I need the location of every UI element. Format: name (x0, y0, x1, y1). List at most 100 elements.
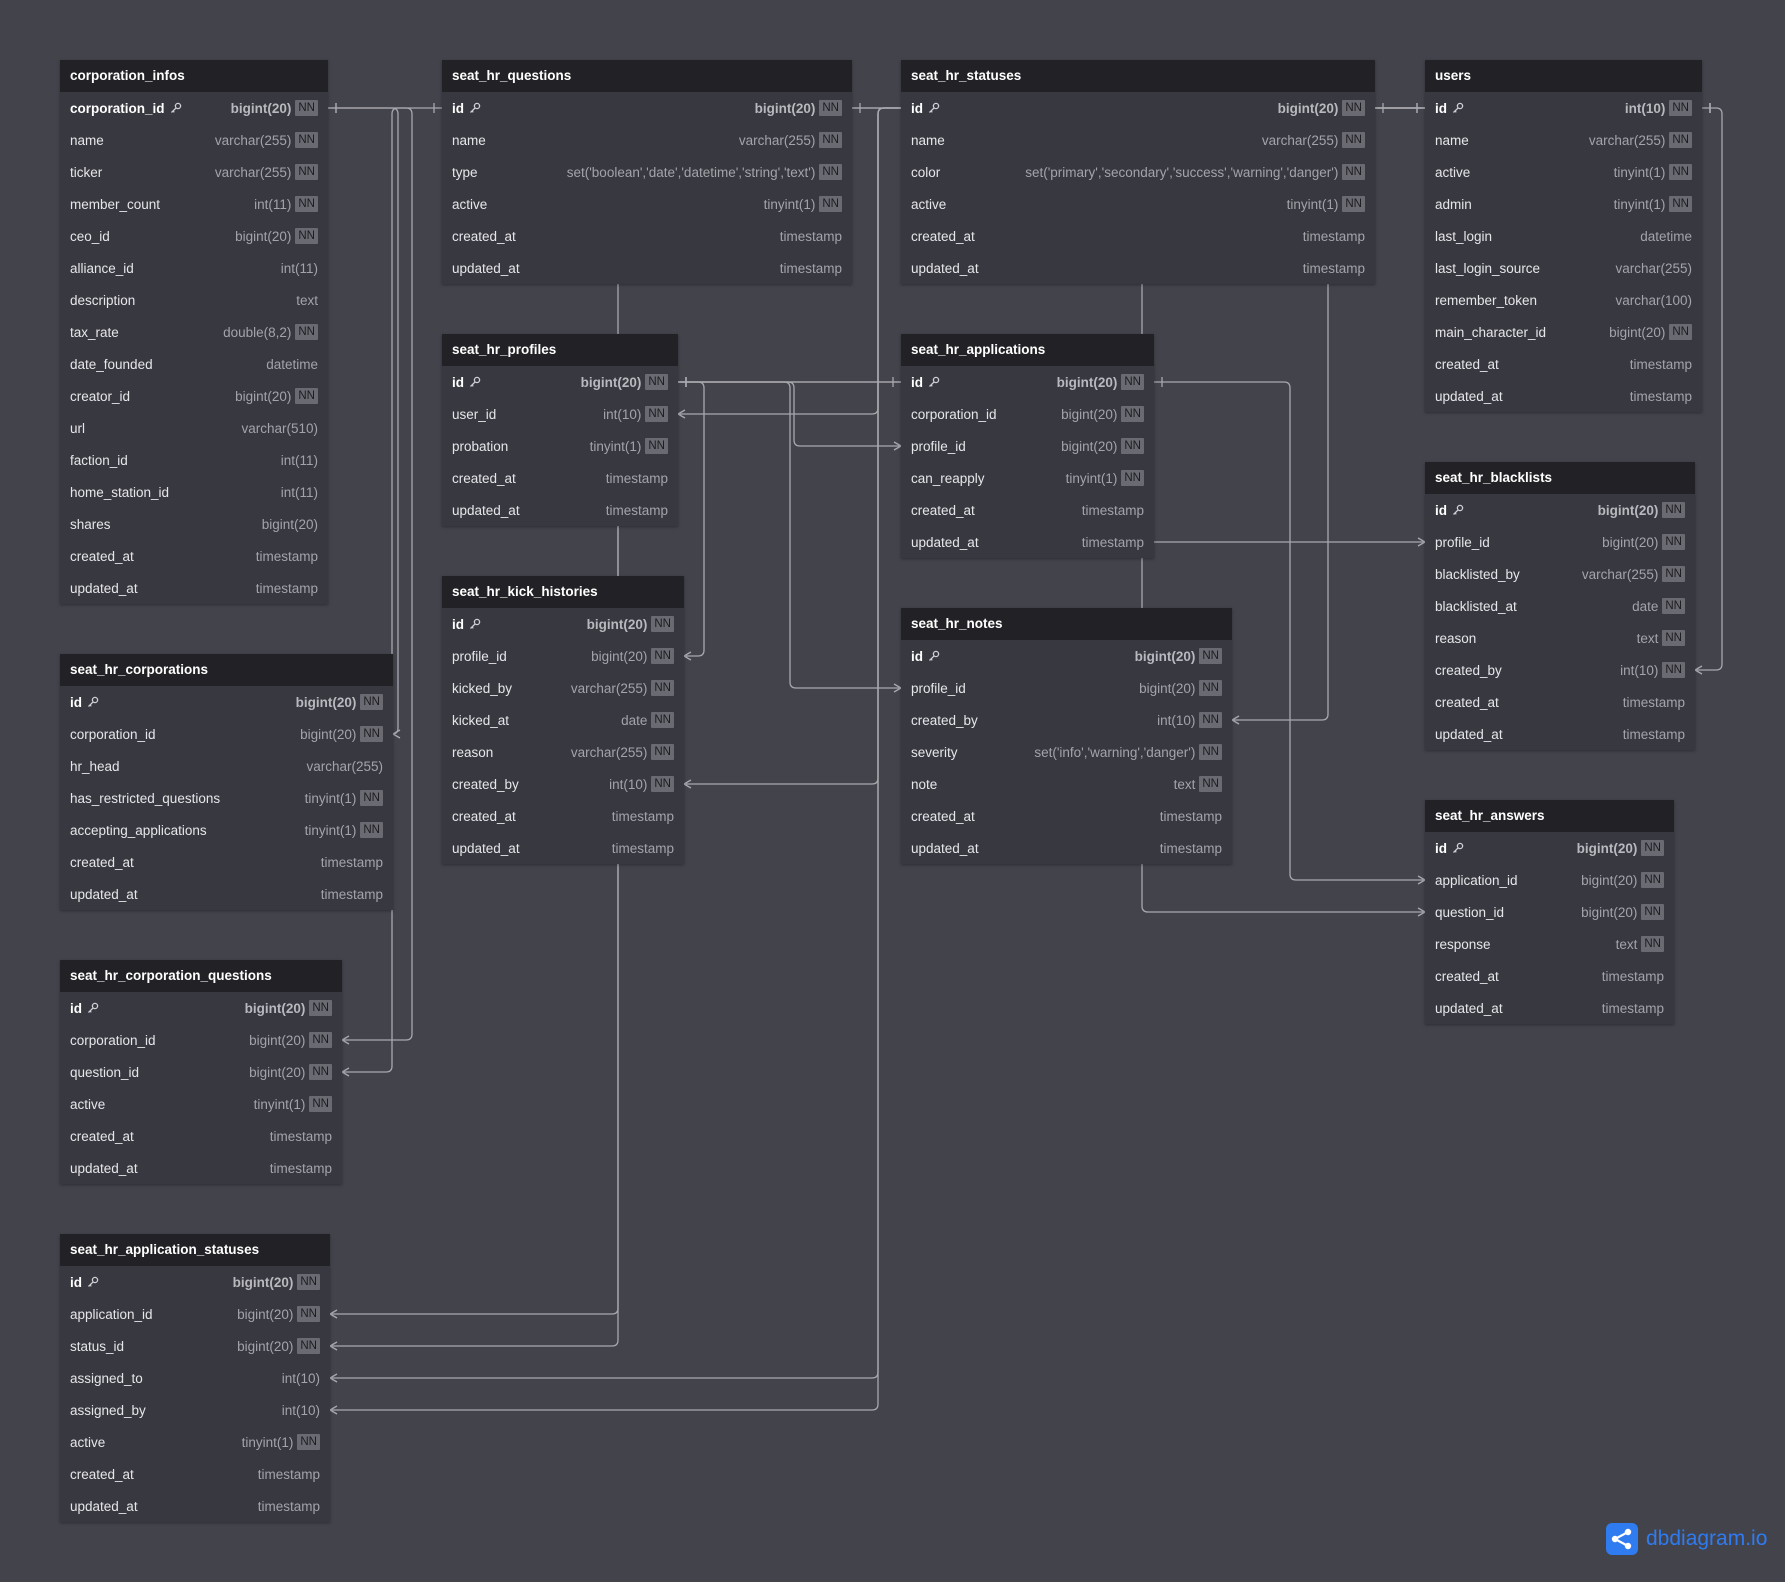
field-row-created-at[interactable]: created_at timestamp (442, 220, 852, 252)
field-row-active[interactable]: active tinyint(1) NN (60, 1426, 330, 1458)
field-row-updated-at[interactable]: updated_at timestamp (442, 832, 684, 864)
field-row-profile-id[interactable]: profile_id bigint(20) NN (1425, 526, 1695, 558)
field-row-main-character-id[interactable]: main_character_id bigint(20) NN (1425, 316, 1702, 348)
field-row-id[interactable]: id bigint(20) NN (60, 992, 342, 1024)
field-row-id[interactable]: id bigint(20) NN (442, 608, 684, 640)
field-row-active[interactable]: active tinyint(1) NN (1425, 156, 1702, 188)
field-row-name[interactable]: name varchar(255) NN (60, 124, 328, 156)
field-row-id[interactable]: id bigint(20) NN (1425, 832, 1674, 864)
field-row-id[interactable]: id bigint(20) NN (901, 366, 1154, 398)
field-row-faction-id[interactable]: faction_id int(11) (60, 444, 328, 476)
field-row-updated-at[interactable]: updated_at timestamp (1425, 380, 1702, 412)
field-row-assigned-to[interactable]: assigned_to int(10) (60, 1362, 330, 1394)
table-seat-hr-corporations[interactable]: seat_hr_corporations id bigint(20) NN corpor… (60, 654, 393, 910)
field-row-created-at[interactable]: created_at timestamp (1425, 960, 1674, 992)
table-header[interactable]: seat_hr_corporations (60, 654, 393, 686)
field-row-kicked-at[interactable]: kicked_at date NN (442, 704, 684, 736)
table-seat-hr-kick-histories[interactable]: seat_hr_kick_histories id bigint(20) NN prof… (442, 576, 684, 864)
field-row-created-at[interactable]: created_at timestamp (60, 1120, 342, 1152)
field-row-assigned-by[interactable]: assigned_by int(10) (60, 1394, 330, 1426)
field-row-id[interactable]: id int(10) NN (1425, 92, 1702, 124)
field-row-description[interactable]: description text (60, 284, 328, 316)
table-header[interactable]: seat_hr_statuses (901, 60, 1375, 92)
field-row-active[interactable]: active tinyint(1) NN (901, 188, 1375, 220)
field-row-updated-at[interactable]: updated_at timestamp (901, 252, 1375, 284)
field-row-remember-token[interactable]: remember_token varchar(100) (1425, 284, 1702, 316)
field-row-updated-at[interactable]: updated_at timestamp (60, 878, 393, 910)
table-header[interactable]: seat_hr_kick_histories (442, 576, 684, 608)
field-row-last-login[interactable]: last_login datetime (1425, 220, 1702, 252)
field-row-created-by[interactable]: created_by int(10) NN (901, 704, 1232, 736)
table-seat-hr-statuses[interactable]: seat_hr_statuses id bigint(20) NN name varcha… (901, 60, 1375, 284)
field-row-created-by[interactable]: created_by int(10) NN (442, 768, 684, 800)
diagram-canvas[interactable]: dbdiagram.io corporation_infos corporatio… (0, 0, 1785, 1582)
field-row-created-at[interactable]: created_at timestamp (1425, 348, 1702, 380)
field-row-active[interactable]: active tinyint(1) NN (442, 188, 852, 220)
field-row-updated-at[interactable]: updated_at timestamp (60, 572, 328, 604)
table-header[interactable]: seat_hr_corporation_questions (60, 960, 342, 992)
table-seat-hr-corporation-questions[interactable]: seat_hr_corporation_questions id bigint(20… (60, 960, 342, 1184)
field-row-application-id[interactable]: application_id bigint(20) NN (1425, 864, 1674, 896)
field-row-id[interactable]: id bigint(20) NN (442, 366, 678, 398)
field-row-corporation-id[interactable]: corporation_id bigint(20) NN (60, 718, 393, 750)
field-row-admin[interactable]: admin tinyint(1) NN (1425, 188, 1702, 220)
field-row-created-at[interactable]: created_at timestamp (60, 846, 393, 878)
field-row-profile-id[interactable]: profile_id bigint(20) NN (901, 672, 1232, 704)
field-row-id[interactable]: id bigint(20) NN (901, 92, 1375, 124)
table-seat-hr-blacklists[interactable]: seat_hr_blacklists id bigint(20) NN profile_… (1425, 462, 1695, 750)
field-row-date-founded[interactable]: date_founded datetime (60, 348, 328, 380)
field-row-question-id[interactable]: question_id bigint(20) NN (60, 1056, 342, 1088)
table-seat-hr-answers[interactable]: seat_hr_answers id bigint(20) NN application… (1425, 800, 1674, 1024)
field-row-updated-at[interactable]: updated_at timestamp (442, 252, 852, 284)
table-header[interactable]: seat_hr_blacklists (1425, 462, 1695, 494)
field-row-created-at[interactable]: created_at timestamp (442, 462, 678, 494)
field-row-corporation-id[interactable]: corporation_id bigint(20) NN (60, 1024, 342, 1056)
field-row-application-id[interactable]: application_id bigint(20) NN (60, 1298, 330, 1330)
field-row-ceo-id[interactable]: ceo_id bigint(20) NN (60, 220, 328, 252)
table-header[interactable]: seat_hr_answers (1425, 800, 1674, 832)
field-row-color[interactable]: color set('primary','secondary','success'… (901, 156, 1375, 188)
field-row-created-at[interactable]: created_at timestamp (1425, 686, 1695, 718)
field-row-name[interactable]: name varchar(255) NN (1425, 124, 1702, 156)
table-header[interactable]: seat_hr_profiles (442, 334, 678, 366)
field-row-corporation-id[interactable]: corporation_id bigint(20) NN (901, 398, 1154, 430)
field-row-status-id[interactable]: status_id bigint(20) NN (60, 1330, 330, 1362)
field-row-id[interactable]: id bigint(20) NN (901, 640, 1232, 672)
field-row-created-at[interactable]: created_at timestamp (60, 1458, 330, 1490)
field-row-updated-at[interactable]: updated_at timestamp (442, 494, 678, 526)
field-row-hr-head[interactable]: hr_head varchar(255) (60, 750, 393, 782)
field-row-alliance-id[interactable]: alliance_id int(11) (60, 252, 328, 284)
field-row-member-count[interactable]: member_count int(11) NN (60, 188, 328, 220)
field-row-created-at[interactable]: created_at timestamp (901, 800, 1232, 832)
table-header[interactable]: seat_hr_notes (901, 608, 1232, 640)
field-row-blacklisted-at[interactable]: blacklisted_at date NN (1425, 590, 1695, 622)
table-seat-hr-application-statuses[interactable]: seat_hr_application_statuses id bigint(20)… (60, 1234, 330, 1522)
table-corporation-infos[interactable]: corporation_infos corporation_id bigint(20… (60, 60, 328, 604)
field-row-creator-id[interactable]: creator_id bigint(20) NN (60, 380, 328, 412)
field-row-url[interactable]: url varchar(510) (60, 412, 328, 444)
field-row-kicked-by[interactable]: kicked_by varchar(255) NN (442, 672, 684, 704)
field-row-type[interactable]: type set('boolean','date','datetime','str… (442, 156, 852, 188)
field-row-updated-at[interactable]: updated_at timestamp (901, 832, 1232, 864)
field-row-profile-id[interactable]: profile_id bigint(20) NN (901, 430, 1154, 462)
field-row-created-at[interactable]: created_at timestamp (442, 800, 684, 832)
field-row-response[interactable]: response text NN (1425, 928, 1674, 960)
table-seat-hr-notes[interactable]: seat_hr_notes id bigint(20) NN profile_id big… (901, 608, 1232, 864)
field-row-active[interactable]: active tinyint(1) NN (60, 1088, 342, 1120)
table-seat-hr-applications[interactable]: seat_hr_applications id bigint(20) NN corpor… (901, 334, 1154, 558)
field-row-id[interactable]: id bigint(20) NN (60, 686, 393, 718)
table-header[interactable]: corporation_infos (60, 60, 328, 92)
field-row-created-by[interactable]: created_by int(10) NN (1425, 654, 1695, 686)
field-row-id[interactable]: id bigint(20) NN (60, 1266, 330, 1298)
field-row-tax-rate[interactable]: tax_rate double(8,2) NN (60, 316, 328, 348)
field-row-user-id[interactable]: user_id int(10) NN (442, 398, 678, 430)
table-seat-hr-profiles[interactable]: seat_hr_profiles id bigint(20) NN user_id int… (442, 334, 678, 526)
field-row-updated-at[interactable]: updated_at timestamp (1425, 718, 1695, 750)
field-row-id[interactable]: id bigint(20) NN (1425, 494, 1695, 526)
field-row-has-restricted-questions[interactable]: has_restricted_questions tinyint(1) NN (60, 782, 393, 814)
field-row-question-id[interactable]: question_id bigint(20) NN (1425, 896, 1674, 928)
field-row-profile-id[interactable]: profile_id bigint(20) NN (442, 640, 684, 672)
table-users[interactable]: users id int(10) NN name varchar(255) NN active… (1425, 60, 1702, 412)
field-row-ticker[interactable]: ticker varchar(255) NN (60, 156, 328, 188)
field-row-created-at[interactable]: created_at timestamp (901, 220, 1375, 252)
